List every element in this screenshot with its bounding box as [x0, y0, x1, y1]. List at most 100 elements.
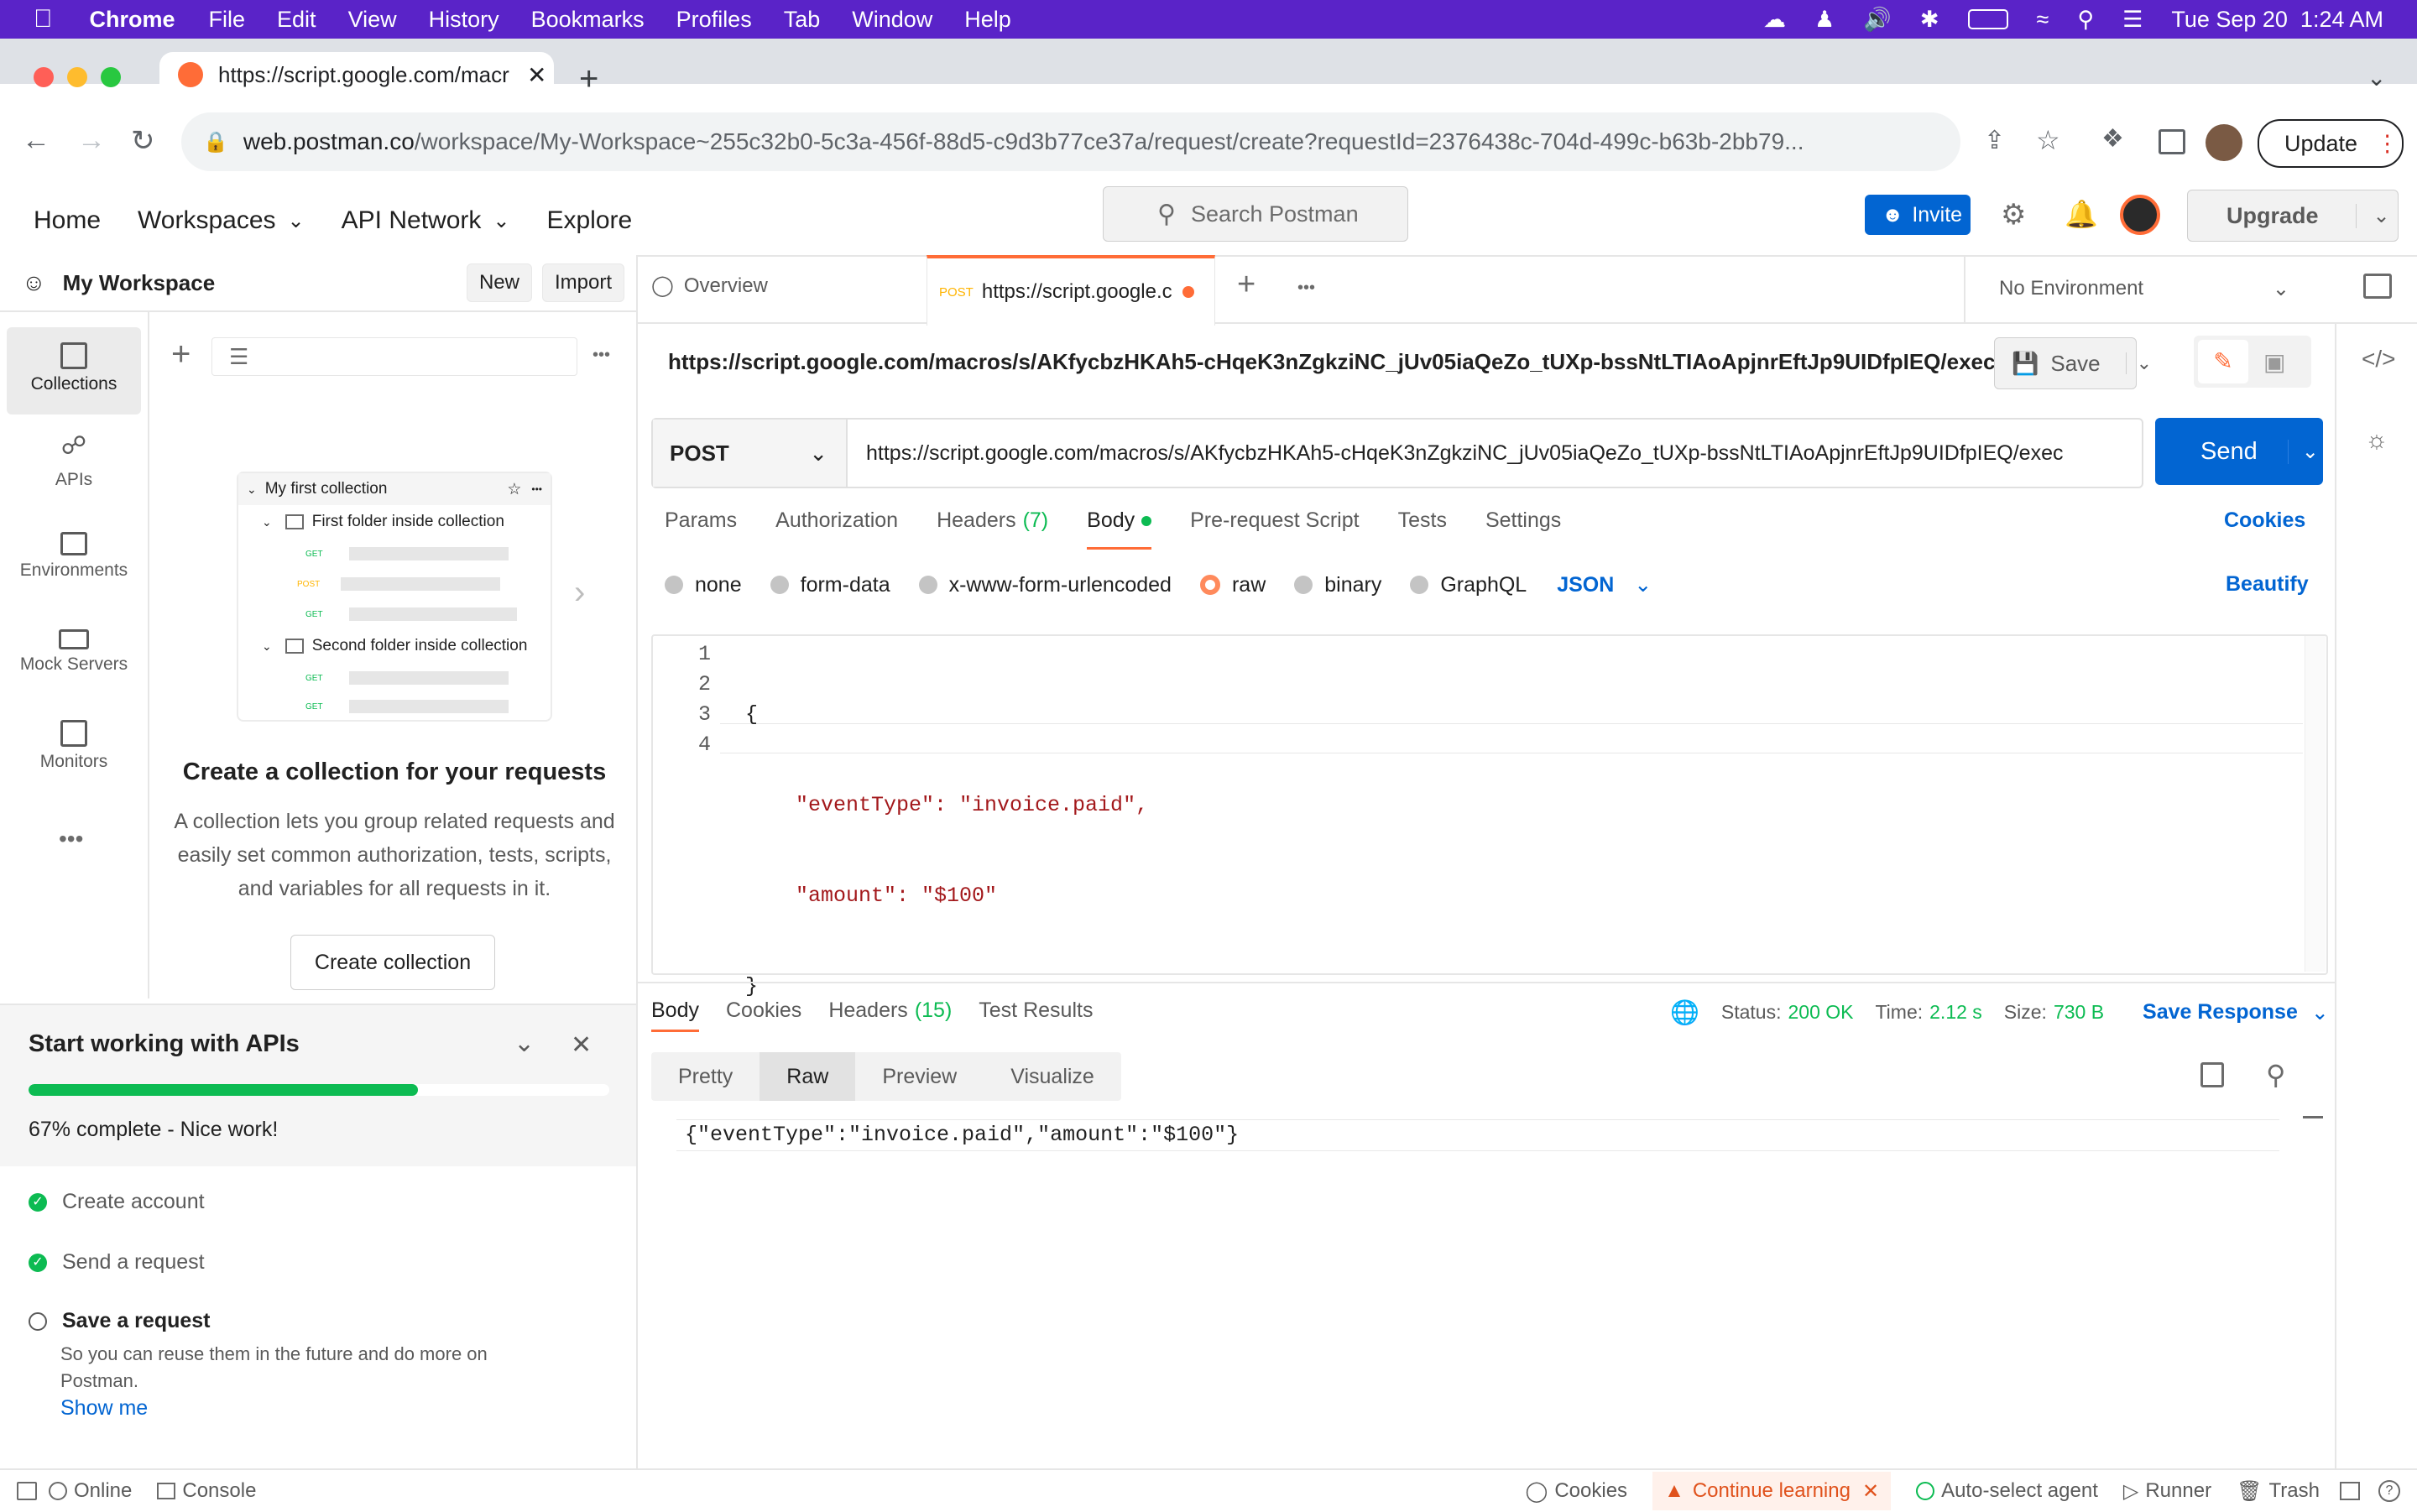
view-visualize[interactable]: Visualize [984, 1052, 1121, 1101]
sidebar-item-apis[interactable]: ☍ APIs [7, 423, 141, 510]
tab-search-icon[interactable]: ⌄ [2367, 64, 2386, 91]
time-value[interactable]: 2.12 s [1929, 1001, 1982, 1024]
view-preview[interactable]: Preview [855, 1052, 984, 1101]
more-horizontal-icon[interactable]: ••• [59, 826, 83, 852]
new-request-tab-icon[interactable]: + [1237, 267, 1255, 303]
editor-scrollbar[interactable] [2303, 1116, 2323, 1144]
globe-icon[interactable]: 🌐 [1670, 998, 1699, 1026]
control-center-icon[interactable]: ☰ [2122, 7, 2143, 33]
forward-icon[interactable]: → [77, 124, 106, 157]
menu-help[interactable]: Help [964, 7, 1011, 33]
update-button[interactable]: Update ⋮ [2258, 119, 2404, 168]
radio-graphql[interactable]: GraphQL [1410, 573, 1527, 597]
user-avatar[interactable] [2120, 195, 2160, 235]
response-tab-headers[interactable]: Headers (15) [828, 998, 952, 1032]
wifi-icon[interactable]: ≈ [2037, 7, 2049, 33]
chevron-down-icon[interactable]: ⌄ [2355, 203, 2390, 228]
cookies-button[interactable]: ◯ Cookies [1525, 1479, 1627, 1504]
view-pretty[interactable]: Pretty [651, 1052, 760, 1101]
new-button[interactable]: New [466, 263, 532, 302]
send-button[interactable]: Send ⌄ [2155, 418, 2323, 485]
search-icon[interactable]: ⚲ [2266, 1059, 2285, 1091]
import-button[interactable]: Import [541, 263, 624, 302]
browser-tab[interactable]: https://script.google.com/macr ✕ [159, 52, 554, 97]
nav-api-network[interactable]: API Network ⌄ [342, 206, 510, 235]
extensions-icon[interactable]: ❖ [2101, 124, 2124, 154]
comments-icon[interactable]: ▣ [2263, 348, 2285, 376]
nav-home[interactable]: Home [34, 206, 101, 235]
help-icon[interactable]: ? [2378, 1480, 2400, 1502]
menu-window[interactable]: Window [852, 7, 932, 33]
auto-select-agent[interactable]: Auto-select agent [1916, 1479, 2098, 1503]
more-horizontal-icon[interactable]: ••• [593, 346, 610, 365]
radio-urlencoded[interactable]: x-www-form-urlencoded [918, 573, 1172, 597]
collapse-chevron-icon[interactable]: ⌄ [514, 1029, 535, 1058]
status-value[interactable]: 200 OK [1788, 1001, 1853, 1024]
tab-tests[interactable]: Tests [1398, 508, 1447, 533]
tab-pre-request-script[interactable]: Pre-request Script [1190, 508, 1359, 533]
format-select[interactable]: JSON ⌄ [1557, 572, 1652, 597]
code-snippet-icon[interactable]: </> [2362, 346, 2395, 373]
clock[interactable]: Tue Sep 20 1:24 AM [2171, 7, 2383, 33]
tab-body[interactable]: Body [1087, 508, 1152, 550]
battery-icon[interactable] [1967, 9, 2008, 29]
add-collection-icon[interactable]: + [171, 336, 191, 373]
chevron-right-icon[interactable]: › [574, 574, 585, 612]
response-tab-body[interactable]: Body [651, 998, 699, 1032]
close-window-button[interactable] [34, 67, 54, 87]
beautify-button[interactable]: Beautify [2226, 572, 2309, 597]
close-tab-icon[interactable]: ✕ [527, 61, 546, 89]
tab-settings[interactable]: Settings [1485, 508, 1561, 533]
invite-button[interactable]: ☻ Invite [1865, 195, 1971, 235]
menu-history[interactable]: History [429, 7, 499, 33]
filter-collections-input[interactable]: ☰ [211, 337, 577, 376]
onboarding-step[interactable]: Save a request [29, 1309, 211, 1333]
trash-button[interactable]: 🗑 Trash [2237, 1479, 2320, 1504]
method-select[interactable]: POST ⌄ [653, 420, 848, 487]
sidepanel-icon[interactable] [2159, 129, 2185, 154]
sidebar-item-monitors[interactable]: Monitors [7, 705, 141, 792]
onboarding-step[interactable]: ✓ Send a request [29, 1250, 205, 1275]
response-tab-test-results[interactable]: Test Results [979, 998, 1093, 1032]
new-tab-button[interactable]: + [579, 60, 598, 98]
radio-form-data[interactable]: form-data [770, 573, 890, 597]
more-horizontal-icon[interactable]: ••• [1297, 279, 1315, 298]
tab-params[interactable]: Params [665, 508, 737, 533]
save-button[interactable]: 💾 Save ⌄ [1994, 337, 2152, 389]
bluetooth-icon[interactable]: ✱ [1920, 7, 1939, 33]
figure-icon[interactable]: ♟ [1814, 7, 1835, 33]
sidebar-item-environments[interactable]: Environments [7, 517, 141, 604]
spotlight-icon[interactable]: ⚲ [2077, 7, 2094, 33]
sidebar-item-mock-servers[interactable]: Mock Servers [7, 611, 141, 698]
edit-pencil-icon[interactable]: ✎ [2198, 340, 2248, 383]
toggle-sidebar-icon[interactable] [17, 1482, 37, 1500]
tab-authorization[interactable]: Authorization [775, 508, 898, 533]
onboarding-step[interactable]: ✓ Create account [29, 1190, 205, 1214]
two-pane-icon[interactable] [2340, 1482, 2360, 1500]
lock-icon[interactable]: 🔒 [203, 130, 228, 154]
active-request-tab[interactable]: POST https://script.google.c [927, 255, 1215, 326]
editor-scrollbar[interactable] [2305, 636, 2326, 972]
online-status[interactable]: Online [49, 1479, 132, 1503]
save-response-button[interactable]: Save Response ⌄ [2143, 1000, 2329, 1025]
share-icon[interactable]: ⇪ [1984, 126, 2005, 155]
search-postman-input[interactable]: ⚲ Search Postman [1103, 186, 1408, 242]
view-raw[interactable]: Raw [760, 1052, 856, 1101]
create-collection-button[interactable]: Create collection [290, 935, 495, 990]
menu-view[interactable]: View [348, 7, 397, 33]
size-value[interactable]: 730 B [2054, 1001, 2104, 1024]
chevron-down-icon[interactable]: ⌄ [2287, 439, 2319, 464]
menu-bookmarks[interactable]: Bookmarks [531, 7, 645, 33]
tab-headers[interactable]: Headers (7) [937, 508, 1048, 533]
settings-gear-icon[interactable]: ⚙ [2001, 198, 2026, 232]
console-button[interactable]: Console [157, 1479, 256, 1503]
menu-edit[interactable]: Edit [277, 7, 316, 33]
environment-select[interactable]: No Environment ⌄ [1964, 255, 2313, 322]
bookmark-star-icon[interactable]: ☆ [2036, 124, 2060, 156]
maximize-window-button[interactable] [101, 67, 121, 87]
volume-icon[interactable]: 🔊 [1863, 6, 1892, 33]
reload-icon[interactable]: ↻ [131, 124, 155, 158]
chevron-down-icon[interactable]: ⌄ [2125, 352, 2152, 374]
address-bar[interactable]: 🔒 web.postman.co /workspace/My-Workspace… [181, 112, 1960, 171]
apple-icon[interactable]:  [34, 5, 53, 34]
